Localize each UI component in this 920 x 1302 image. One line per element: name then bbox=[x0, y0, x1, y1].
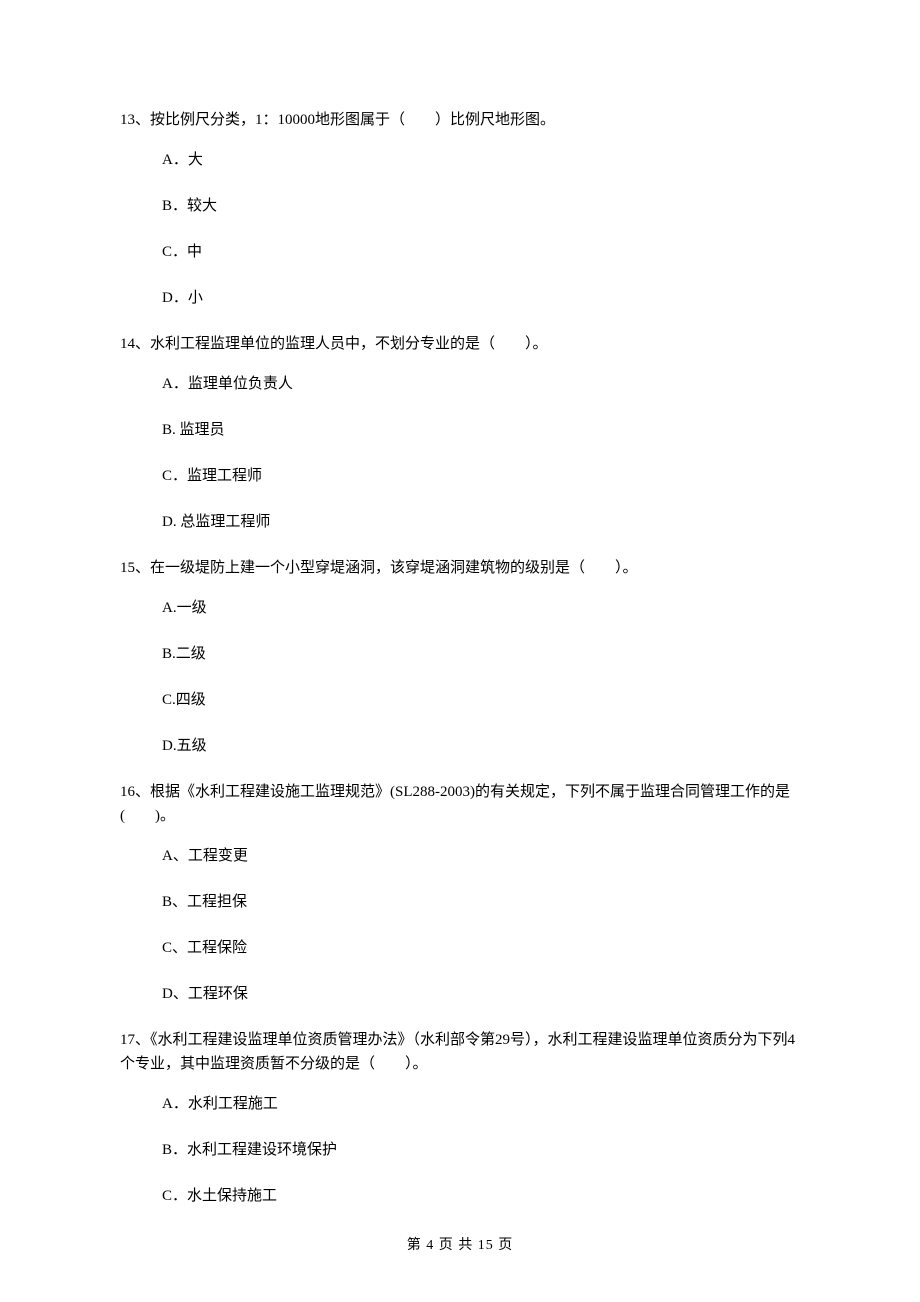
option-c: C．监理工程师 bbox=[162, 464, 800, 488]
question-14: 14、水利工程监理单位的监理人员中，不划分专业的是（ ）。 A．监理单位负责人 … bbox=[120, 332, 800, 534]
option-list: A、工程变更 B、工程担保 C、工程保险 D、工程环保 bbox=[120, 844, 800, 1006]
option-a: A.一级 bbox=[162, 596, 800, 620]
option-b: B．水利工程建设环境保护 bbox=[162, 1138, 800, 1162]
option-b: B、工程担保 bbox=[162, 890, 800, 914]
question-stem: 17、《水利工程建设监理单位资质管理办法》（水利部令第29号），水利工程建设监理… bbox=[120, 1028, 800, 1076]
question-stem: 16、根据《水利工程建设施工监理规范》(SL288-2003)的有关规定，下列不… bbox=[120, 780, 800, 828]
option-b: B. 监理员 bbox=[162, 418, 800, 442]
option-d: D. 总监理工程师 bbox=[162, 510, 800, 534]
option-c: C.四级 bbox=[162, 688, 800, 712]
option-a: A．水利工程施工 bbox=[162, 1092, 800, 1116]
option-a: A、工程变更 bbox=[162, 844, 800, 868]
option-list: A.一级 B.二级 C.四级 D.五级 bbox=[120, 596, 800, 758]
question-stem: 14、水利工程监理单位的监理人员中，不划分专业的是（ ）。 bbox=[120, 332, 800, 356]
option-c: C、工程保险 bbox=[162, 936, 800, 960]
option-d: D、工程环保 bbox=[162, 982, 800, 1006]
question-stem: 15、在一级堤防上建一个小型穿堤涵洞，该穿堤涵洞建筑物的级别是（ ）。 bbox=[120, 556, 800, 580]
option-b: B．较大 bbox=[162, 194, 800, 218]
option-a: A．监理单位负责人 bbox=[162, 372, 800, 396]
option-a: A．大 bbox=[162, 148, 800, 172]
option-list: A．水利工程施工 B．水利工程建设环境保护 C．水土保持施工 bbox=[120, 1092, 800, 1208]
option-d: D.五级 bbox=[162, 734, 800, 758]
question-17: 17、《水利工程建设监理单位资质管理办法》（水利部令第29号），水利工程建设监理… bbox=[120, 1028, 800, 1208]
question-16: 16、根据《水利工程建设施工监理规范》(SL288-2003)的有关规定，下列不… bbox=[120, 780, 800, 1006]
option-list: A．大 B．较大 C．中 D．小 bbox=[120, 148, 800, 310]
option-c: C．中 bbox=[162, 240, 800, 264]
question-15: 15、在一级堤防上建一个小型穿堤涵洞，该穿堤涵洞建筑物的级别是（ ）。 A.一级… bbox=[120, 556, 800, 758]
option-c: C．水土保持施工 bbox=[162, 1184, 800, 1208]
question-13: 13、按比例尺分类，1：10000地形图属于（ ）比例尺地形图。 A．大 B．较… bbox=[120, 108, 800, 310]
question-stem: 13、按比例尺分类，1：10000地形图属于（ ）比例尺地形图。 bbox=[120, 108, 800, 132]
option-list: A．监理单位负责人 B. 监理员 C．监理工程师 D. 总监理工程师 bbox=[120, 372, 800, 534]
option-d: D．小 bbox=[162, 286, 800, 310]
option-b: B.二级 bbox=[162, 642, 800, 666]
page-footer: 第 4 页 共 15 页 bbox=[0, 1234, 920, 1254]
page: 13、按比例尺分类，1：10000地形图属于（ ）比例尺地形图。 A．大 B．较… bbox=[0, 0, 920, 1302]
